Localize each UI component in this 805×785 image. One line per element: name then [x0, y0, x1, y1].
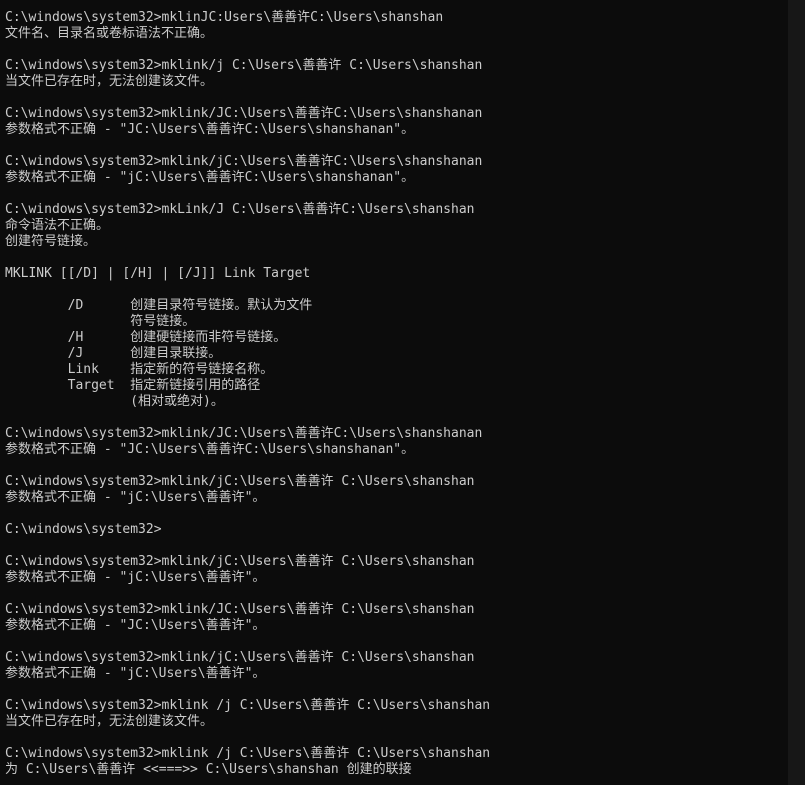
console-line: 参数格式不正确 - "JC:\Users\善善许C:\Users\shansha…: [5, 122, 415, 137]
console-line: C:\windows\system32>mklinJC:Users\善善许C:\…: [5, 10, 444, 25]
console-line: /J 创建目录联接。: [5, 346, 222, 361]
console-line: 符号链接。: [5, 314, 196, 329]
console-line: C:\windows\system32>mkLink/J C:\Users\善善…: [5, 202, 475, 217]
console-line: 当文件已存在时，无法创建该文件。: [5, 714, 214, 729]
console-line: 参数格式不正确 - "jC:\Users\善善许C:\Users\shansha…: [5, 170, 415, 185]
console-line: C:\windows\system32>mklink/JC:\Users\善善许…: [5, 426, 483, 441]
console-line: 命令语法不正确。: [5, 218, 110, 233]
console-line: C:\windows\system32>mklink /j C:\Users\善…: [5, 746, 491, 761]
console-line: C:\windows\system32>mklink/jC:\Users\善善许…: [5, 554, 475, 569]
console-line: 参数格式不正确 - "JC:\Users\善善许C:\Users\shansha…: [5, 442, 415, 457]
console-line: MKLINK [[/D] | [/H] | [/J]] Link Target: [5, 266, 311, 281]
console-line: C:\windows\system32>mklink /j C:\Users\善…: [5, 698, 491, 713]
console-line: 为 C:\Users\善善许 <<===>> C:\Users\shanshan…: [5, 762, 412, 777]
console-line: C:\windows\system32>: [5, 522, 162, 537]
console-line: 当文件已存在时，无法创建该文件。: [5, 74, 214, 89]
console-line: 文件名、目录名或卷标语法不正确。: [5, 26, 214, 41]
console-line: 参数格式不正确 - "JC:\Users\善善许"。: [5, 618, 266, 633]
console-line: C:\windows\system32>mklink/JC:\Users\善善许…: [5, 602, 475, 617]
console-line: 参数格式不正确 - "jC:\Users\善善许"。: [5, 490, 266, 505]
console-line: /H 创建硬链接而非符号链接。: [5, 330, 287, 345]
console-line: 参数格式不正确 - "jC:\Users\善善许"。: [5, 570, 266, 585]
console-line: Link 指定新的符号链接名称。: [5, 362, 274, 377]
console-line: C:\windows\system32>mklink/JC:\Users\善善许…: [5, 106, 483, 121]
console-line: 参数格式不正确 - "jC:\Users\善善许"。: [5, 666, 266, 681]
console-line: C:\windows\system32>mklink/j C:\Users\善善…: [5, 58, 483, 73]
command-prompt-console[interactable]: C:\windows\system32>mklinJC:Users\善善许C:\…: [0, 0, 805, 785]
console-line: Target 指定新链接引用的路径: [5, 378, 261, 393]
console-line: C:\windows\system32>mklink/jC:\Users\善善许…: [5, 154, 483, 169]
console-line: (相对或绝对)。: [5, 394, 224, 409]
console-output: C:\windows\system32>mklinJC:Users\善善许C:\…: [0, 0, 776, 785]
console-line: C:\windows\system32>mklink/jC:\Users\善善许…: [5, 474, 475, 489]
vertical-scrollbar[interactable]: [788, 0, 805, 785]
console-line: C:\windows\system32>mklink/jC:\Users\善善许…: [5, 650, 475, 665]
console-line: 创建符号链接。: [5, 234, 97, 249]
console-line: /D 创建目录符号链接。默认为文件: [5, 298, 313, 313]
